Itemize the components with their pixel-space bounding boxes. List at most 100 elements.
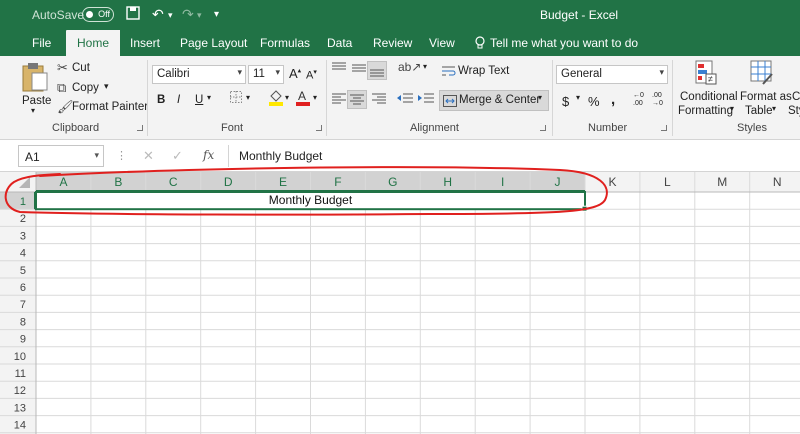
redo-dropdown-icon[interactable]: ▾ [197,10,202,21]
number-launcher-icon[interactable] [661,125,667,131]
tab-view[interactable]: View [429,36,455,50]
column-header-f[interactable]: F [334,175,341,189]
underline-button[interactable]: U [195,94,203,106]
font-size-select[interactable]: 11 ▾ [248,65,284,84]
format-as-table-dropdown-icon[interactable]: ▾ [772,104,776,113]
font-name-select[interactable]: Calibri ▾ [152,65,246,84]
column-header-a[interactable]: A [59,175,67,189]
column-header-k[interactable]: K [608,175,616,189]
column-header-l[interactable]: L [664,175,671,189]
cell-styles-button[interactable]: C [792,91,800,103]
row-header-12[interactable]: 12 [14,385,26,397]
column-header-n[interactable]: N [773,175,782,189]
row-header-8[interactable]: 8 [20,316,26,328]
percent-button[interactable]: % [588,94,600,109]
name-box[interactable]: A1 ▾ [18,145,104,167]
row-header-14[interactable]: 14 [14,420,26,432]
font-color-icon[interactable]: A [296,89,310,109]
align-center-button[interactable] [347,90,367,109]
column-header-m[interactable]: M [717,175,727,189]
clipboard-launcher-icon[interactable] [137,125,143,131]
row-header-7[interactable]: 7 [20,299,26,311]
chevron-down-icon[interactable]: ▾ [94,150,99,161]
orientation-dropdown-icon[interactable]: ▾ [423,62,427,71]
redo-icon[interactable]: ↷ [182,6,194,23]
orientation-icon[interactable]: ab↗ [398,60,421,74]
insert-function-button[interactable]: fx [203,148,214,162]
fill-dropdown-icon[interactable]: ▾ [285,93,289,102]
column-header-b[interactable]: B [114,175,122,189]
column-header-e[interactable]: E [279,175,287,189]
tab-review[interactable]: Review [373,36,412,50]
worksheet-grid[interactable]: A B C D E F G H I J K L M N 1 2 3 4 5 6 7 8 9 10 11 12 13 14 [0,172,800,434]
fill-color-icon[interactable] [268,90,284,109]
row-header-5[interactable]: 5 [20,265,26,277]
row-header-3[interactable]: 3 [20,230,26,242]
borders-dropdown-icon[interactable]: ▾ [246,93,250,102]
italic-button[interactable]: I [177,94,180,106]
column-header-c[interactable]: C [169,175,178,189]
merge-center-button[interactable]: Merge & Center ▾ [439,90,549,111]
grid-canvas[interactable]: A B C D E F G H I J K L M N1234567891011121314 [0,172,800,434]
column-header-h[interactable]: H [443,175,452,189]
autosave-toggle[interactable]: Off [82,7,114,22]
align-left-icon[interactable] [332,93,346,108]
format-as-table-button[interactable]: Format as [740,91,792,103]
more-options-icon[interactable]: ⋮ [116,149,127,162]
align-bottom-button[interactable] [367,61,387,80]
row-header-10[interactable]: 10 [14,351,26,363]
align-top-icon[interactable] [332,62,346,77]
row-header-4[interactable]: 4 [20,248,26,260]
paste-dropdown-icon[interactable]: ▾ [31,106,35,115]
tab-file[interactable]: File [32,36,51,50]
borders-icon[interactable] [230,91,242,106]
alignment-launcher-icon[interactable] [540,125,546,131]
cut-button[interactable]: Cut [72,62,90,74]
tab-insert[interactable]: Insert [130,36,160,50]
row-header-9[interactable]: 9 [20,334,26,346]
tab-page-layout[interactable]: Page Layout [180,36,247,50]
bold-button[interactable]: B [157,94,165,106]
formula-input[interactable]: Monthly Budget [228,145,800,167]
wrap-text-button[interactable]: Wrap Text [458,65,509,77]
row-header-13[interactable]: 13 [14,402,26,414]
column-header-d[interactable]: D [224,175,233,189]
increase-indent-icon[interactable] [418,93,434,108]
font-launcher-icon[interactable] [316,125,322,131]
row-header-2[interactable]: 2 [20,213,26,225]
number-format-select[interactable]: General ▾ [556,65,668,84]
column-header-g[interactable]: G [388,175,397,189]
row-header-6[interactable]: 6 [20,282,26,294]
underline-dropdown-icon[interactable]: ▾ [207,93,211,102]
merged-cell-a1-j1[interactable]: Monthly Budget [36,192,585,209]
tab-formulas[interactable]: Formulas [260,36,310,50]
undo-dropdown-icon[interactable]: ▾ [168,10,173,21]
align-right-icon[interactable] [372,93,386,108]
column-header-i[interactable]: I [501,175,504,189]
selected-row-header[interactable] [0,192,36,210]
tab-data[interactable]: Data [327,36,352,50]
format-painter-button[interactable]: Format Painter [72,101,148,113]
comma-button[interactable]: , [611,91,615,108]
currency-dropdown-icon[interactable]: ▾ [576,93,580,102]
grow-font-icon[interactable]: A▴ [289,66,301,81]
customize-qat-icon[interactable]: ▾ [214,9,219,20]
copy-dropdown-icon[interactable]: ▾ [104,81,109,92]
align-middle-icon[interactable] [352,62,366,77]
column-header-j[interactable]: J [555,175,561,189]
tab-home[interactable]: Home [66,30,121,57]
decrease-indent-icon[interactable] [397,93,413,108]
merge-dropdown-icon[interactable]: ▾ [538,93,542,102]
conditional-dropdown-icon[interactable]: ▾ [730,104,734,113]
paste-button[interactable]: Paste ▾ [18,59,52,117]
shrink-font-icon[interactable]: A▾ [306,68,317,82]
conditional-formatting-button[interactable]: Conditional [680,91,738,103]
currency-button[interactable]: $ [562,94,569,109]
save-icon[interactable] [126,6,140,23]
decrease-decimal-icon[interactable]: .00 →0 [652,92,663,108]
font-color-dropdown-icon[interactable]: ▾ [313,93,317,102]
enter-icon[interactable]: ✓ [172,148,183,164]
row-header-11[interactable]: 11 [15,368,26,380]
tell-me-search[interactable]: Tell me what you want to do [490,36,638,50]
copy-button[interactable]: Copy [72,82,99,94]
